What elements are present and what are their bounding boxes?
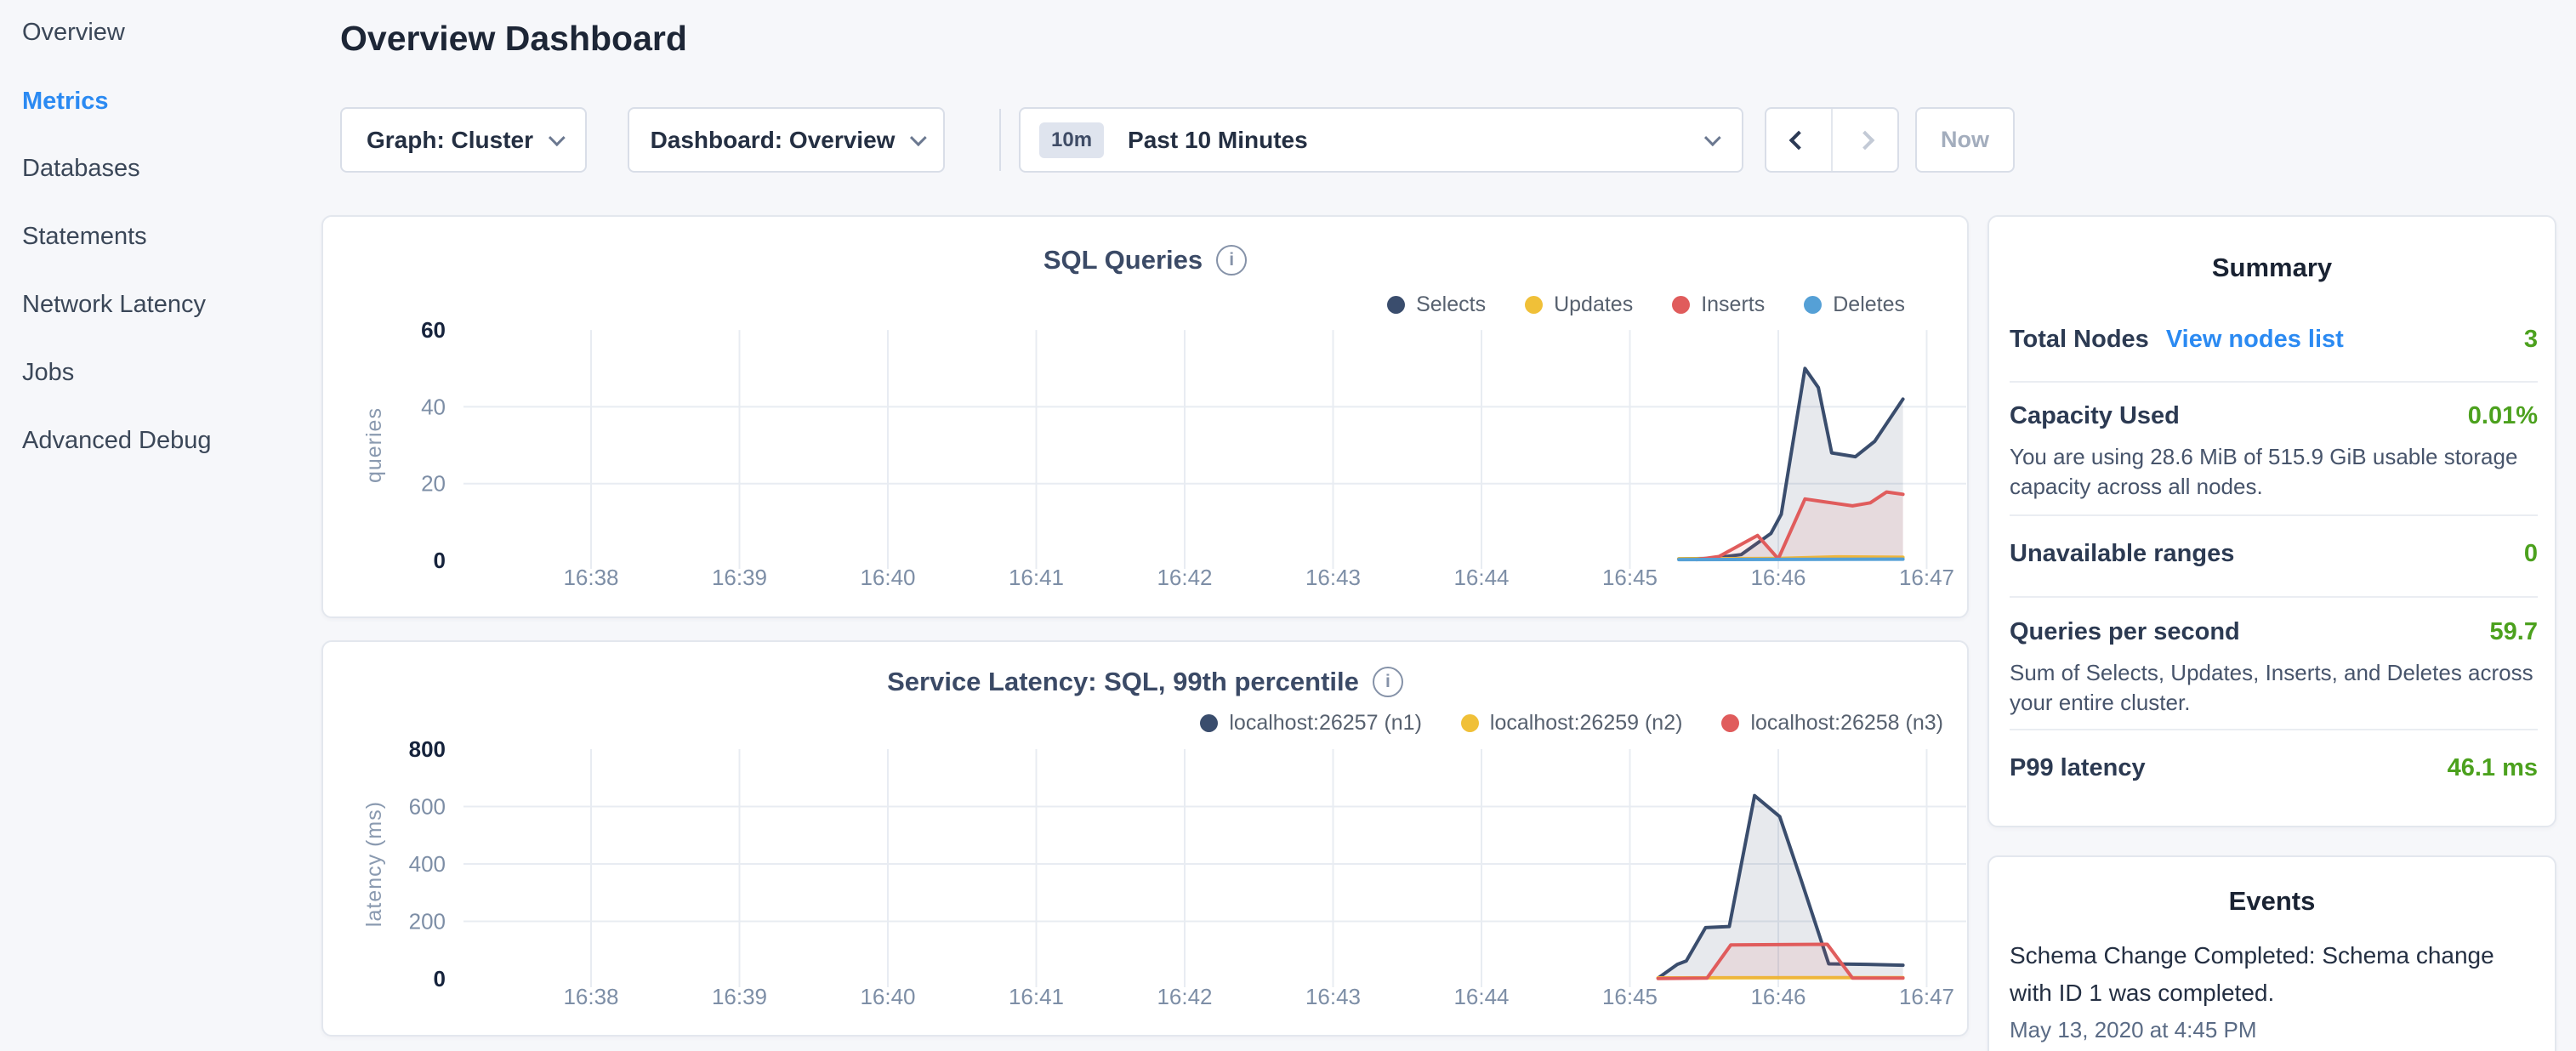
summary-label: Total Nodes [2010, 326, 2149, 354]
svg-text:800: 800 [409, 736, 446, 762]
events-panel: Events Schema Change Completed: Schema c… [1987, 855, 2556, 1051]
summary-label: Queries per second [2010, 618, 2240, 646]
summary-row-queries-per-second: Queries per second 59.7 Sum of Selects, … [2010, 618, 2538, 718]
summary-label: Unavailable ranges [2010, 540, 2234, 568]
svg-text:0: 0 [434, 548, 446, 573]
svg-text:16:43: 16:43 [1305, 565, 1361, 590]
svg-text:400: 400 [409, 851, 446, 877]
svg-text:16:40: 16:40 [860, 984, 915, 1009]
svg-text:40: 40 [421, 394, 446, 419]
chart-title-row: SQL Queries i [321, 245, 1969, 276]
dashboard-dropdown-label: Dashboard: Overview [651, 127, 896, 154]
svg-text:60: 60 [421, 317, 446, 343]
svg-text:16:38: 16:38 [563, 984, 618, 1009]
chevron-right-icon [1856, 130, 1875, 150]
dashboard-dropdown[interactable]: Dashboard: Overview [628, 107, 945, 173]
svg-text:queries: queries [362, 407, 386, 483]
svg-text:600: 600 [409, 794, 446, 820]
summary-label: Capacity Used [2010, 402, 2180, 430]
svg-text:16:45: 16:45 [1602, 565, 1658, 590]
svg-text:16:40: 16:40 [860, 565, 915, 590]
svg-text:16:43: 16:43 [1305, 984, 1361, 1009]
summary-description: You are using 28.6 MiB of 515.9 GiB usab… [2010, 442, 2538, 502]
event-item: Schema Change Completed: Schema change w… [2010, 937, 2528, 1012]
graph-dropdown[interactable]: Graph: Cluster [340, 107, 587, 173]
time-range-selector[interactable]: 10m Past 10 Minutes [1019, 107, 1743, 173]
divider [2010, 596, 2538, 598]
svg-text:16:41: 16:41 [1009, 565, 1064, 590]
chart-title: Service Latency: SQL, 99th percentile [887, 667, 1359, 697]
summary-row-p99-latency: P99 latency 46.1 ms [2010, 754, 2538, 782]
event-timestamp: May 13, 2020 at 4:45 PM [2010, 1017, 2257, 1043]
now-button[interactable]: Now [1915, 107, 2015, 173]
sidebar-item-advanced-debug[interactable]: Advanced Debug [22, 427, 212, 455]
chevron-down-icon [1704, 129, 1721, 146]
sidebar-item-network-latency[interactable]: Network Latency [22, 291, 206, 319]
summary-row-capacity-used: Capacity Used 0.01% You are using 28.6 M… [2010, 402, 2538, 502]
summary-value: 0.01% [2468, 402, 2538, 430]
svg-text:16:46: 16:46 [1750, 565, 1805, 590]
summary-panel: Summary Total Nodes View nodes list 3 Ca… [1987, 215, 2556, 827]
sidebar-item-metrics[interactable]: Metrics [22, 88, 109, 116]
svg-text:16:45: 16:45 [1602, 984, 1658, 1009]
summary-value: 3 [2524, 326, 2538, 354]
sql-queries-chart: 0 20 40 60 16:38 16:39 16:40 16:41 16:42 16:43 16:… [323, 289, 1969, 604]
sidebar-item-jobs[interactable]: Jobs [22, 359, 74, 387]
chevron-down-icon [910, 129, 927, 146]
time-forward-button[interactable] [1833, 109, 1897, 171]
svg-text:16:41: 16:41 [1009, 984, 1064, 1009]
summary-value: 59.7 [2490, 618, 2538, 646]
svg-text:16:39: 16:39 [712, 984, 767, 1009]
svg-text:16:38: 16:38 [563, 565, 618, 590]
summary-label: P99 latency [2010, 754, 2146, 782]
events-title: Events [1989, 886, 2555, 917]
sidebar-item-statements[interactable]: Statements [22, 223, 147, 251]
chart-title-row: Service Latency: SQL, 99th percentile i [321, 667, 1969, 697]
graph-dropdown-label: Graph: Cluster [367, 127, 533, 154]
svg-text:16:46: 16:46 [1750, 984, 1805, 1009]
chart-title: SQL Queries [1043, 245, 1203, 276]
view-nodes-list-link[interactable]: View nodes list [2166, 326, 2344, 354]
divider [2010, 729, 2538, 730]
time-range-label: Past 10 Minutes [1128, 127, 1704, 154]
svg-text:16:44: 16:44 [1453, 565, 1509, 590]
svg-text:0: 0 [434, 966, 446, 991]
sidebar-item-overview[interactable]: Overview [22, 19, 125, 47]
summary-title: Summary [1989, 253, 2555, 283]
summary-row-unavailable-ranges: Unavailable ranges 0 [2010, 540, 2538, 568]
summary-value: 0 [2524, 540, 2538, 568]
svg-text:16:47: 16:47 [1899, 984, 1954, 1009]
metrics-page: Overview Metrics Databases Statements Ne… [0, 0, 2576, 1051]
chevron-down-icon [549, 129, 566, 146]
time-pager [1765, 107, 1899, 173]
time-back-button[interactable] [1766, 109, 1833, 171]
page-title: Overview Dashboard [340, 19, 687, 59]
svg-text:16:39: 16:39 [712, 565, 767, 590]
divider [2010, 514, 2538, 516]
summary-value: 46.1 ms [2448, 754, 2538, 782]
svg-text:latency (ms): latency (ms) [362, 801, 386, 927]
sidebar-item-databases[interactable]: Databases [22, 155, 140, 183]
toolbar-divider [999, 109, 1001, 171]
time-range-badge: 10m [1039, 122, 1104, 158]
info-icon[interactable]: i [1216, 245, 1247, 276]
svg-text:16:47: 16:47 [1899, 565, 1954, 590]
chevron-left-icon [1789, 130, 1809, 150]
svg-text:16:42: 16:42 [1157, 984, 1212, 1009]
summary-description: Sum of Selects, Updates, Inserts, and De… [2010, 658, 2538, 718]
divider [2010, 381, 2538, 383]
svg-text:16:44: 16:44 [1453, 984, 1509, 1009]
info-icon[interactable]: i [1373, 667, 1403, 697]
svg-text:16:42: 16:42 [1157, 565, 1212, 590]
summary-row-total-nodes: Total Nodes View nodes list 3 [2010, 326, 2538, 354]
service-latency-chart: 0 200 400 600 800 16:38 16:39 16:40 16:41 16:42 16… [323, 707, 1969, 1022]
svg-text:200: 200 [409, 909, 446, 935]
svg-text:20: 20 [421, 471, 446, 497]
